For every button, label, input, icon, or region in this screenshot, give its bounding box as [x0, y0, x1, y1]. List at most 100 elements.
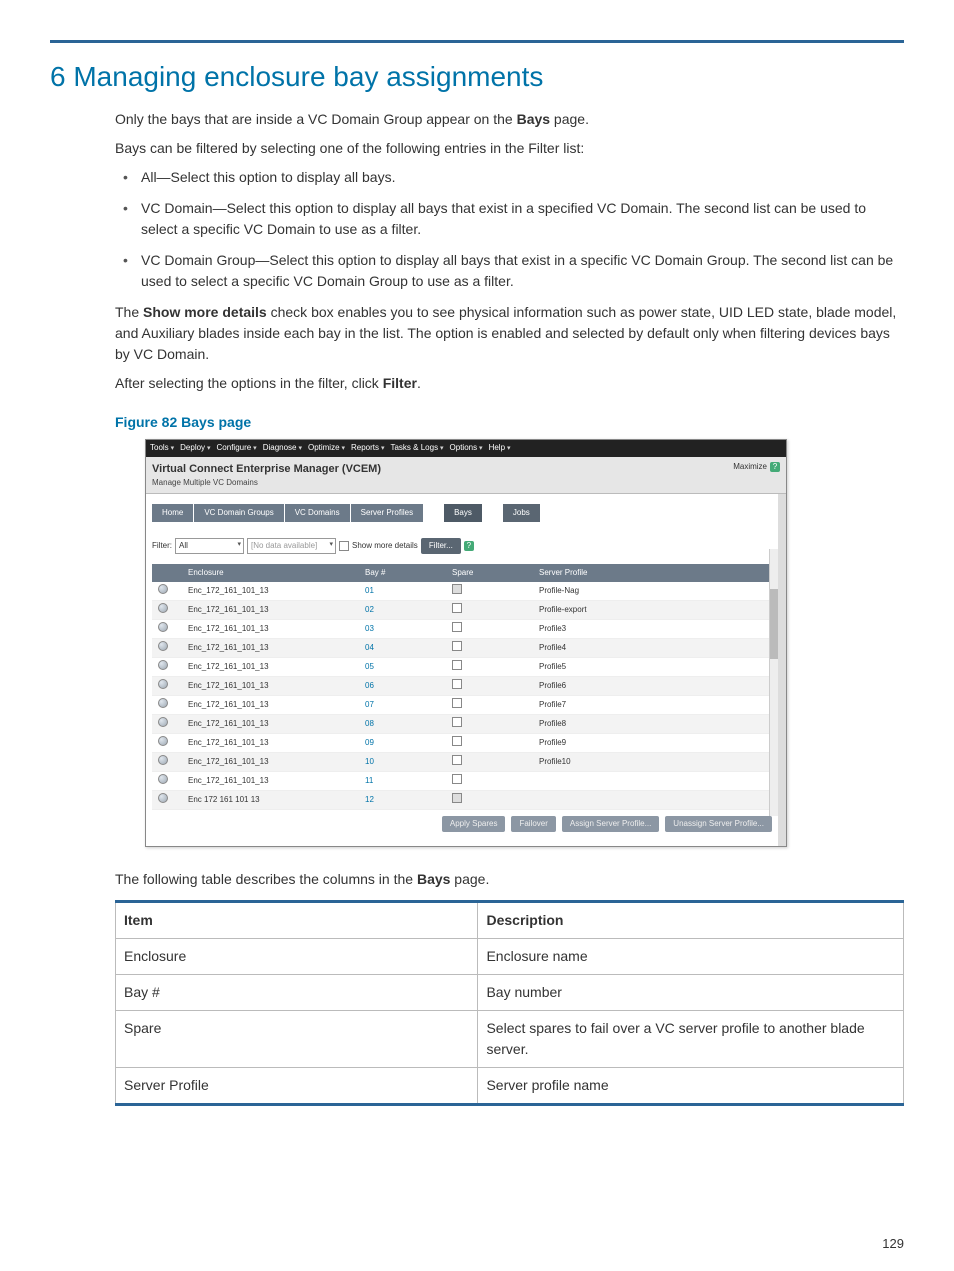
spare-checkbox[interactable] [452, 774, 462, 784]
bay-link[interactable]: 03 [365, 624, 374, 633]
bay-link[interactable]: 05 [365, 662, 374, 671]
spare-checkbox[interactable] [452, 736, 462, 746]
table-row[interactable]: Enc_172_161_101_1303Profile3 [152, 620, 772, 639]
menu-item[interactable]: Deploy [180, 442, 210, 455]
cell-profile: Profile-Nag [533, 582, 772, 601]
spare-checkbox[interactable] [452, 717, 462, 727]
menu-item[interactable]: Configure [217, 442, 257, 455]
col-bay[interactable]: Bay # [359, 564, 446, 582]
status-icon [158, 698, 168, 708]
table-row[interactable]: Enc_172_161_101_1302Profile-export [152, 601, 772, 620]
status-icon [158, 755, 168, 765]
filter-secondary-dropdown[interactable]: [No data available] [247, 538, 336, 554]
bay-link[interactable]: 04 [365, 643, 374, 652]
bay-link[interactable]: 01 [365, 586, 374, 595]
maximize-link[interactable]: Maximize [733, 461, 767, 473]
bay-link[interactable]: 09 [365, 738, 374, 747]
cell-spare [446, 772, 533, 791]
status-icon [158, 679, 168, 689]
cell-profile: Profile6 [533, 677, 772, 696]
table-row: Spare Select spares to fail over a VC se… [116, 1011, 904, 1068]
ab1-bold: Show more details [143, 304, 267, 320]
cell-bay: 02 [359, 601, 446, 620]
bays-table: Enclosure Bay # Spare Server Profile Enc… [152, 564, 772, 810]
spare-checkbox[interactable] [452, 584, 462, 594]
bay-link[interactable]: 12 [365, 795, 374, 804]
tab-bays[interactable]: Bays [444, 504, 482, 522]
spare-checkbox[interactable] [452, 793, 462, 803]
cell-enclosure: Enc_172_161_101_13 [182, 734, 359, 753]
table-row[interactable]: Enc_172_161_101_1311 [152, 772, 772, 791]
col-status [152, 564, 182, 582]
bullet-all: All—Select this option to display all ba… [115, 167, 904, 188]
table-row: Bay # Bay number [116, 975, 904, 1011]
spare-checkbox[interactable] [452, 622, 462, 632]
tab-jobs[interactable]: Jobs [503, 504, 540, 522]
tab-vcdomains[interactable]: VC Domains [285, 504, 350, 522]
show-more-checkbox[interactable] [339, 541, 349, 551]
menu-item[interactable]: Diagnose [263, 442, 302, 455]
table-row[interactable]: Enc 172 161 101 1312 [152, 791, 772, 810]
table-row[interactable]: Enc_172_161_101_1306Profile6 [152, 677, 772, 696]
spare-checkbox[interactable] [452, 755, 462, 765]
table-row[interactable]: Enc_172_161_101_1310Profile10 [152, 753, 772, 772]
menu-item[interactable]: Options [450, 442, 483, 455]
cell-profile: Profile10 [533, 753, 772, 772]
filter-row: Filter: All [No data available] Show mor… [152, 538, 772, 554]
col-spare[interactable]: Spare [446, 564, 533, 582]
spare-checkbox[interactable] [452, 603, 462, 613]
cell-spare [446, 715, 533, 734]
scrollbar[interactable] [769, 549, 778, 816]
menu-item[interactable]: Optimize [308, 442, 345, 455]
cell-profile: Profile7 [533, 696, 772, 715]
help-icon[interactable]: ? [464, 541, 474, 551]
menu-item[interactable]: Help [489, 442, 511, 455]
table-row[interactable]: Enc_172_161_101_1304Profile4 [152, 639, 772, 658]
cell-profile: Profile9 [533, 734, 772, 753]
spare-checkbox[interactable] [452, 698, 462, 708]
assign-profile-button[interactable]: Assign Server Profile... [562, 816, 659, 832]
filter-button[interactable]: Filter... [421, 538, 461, 554]
apply-spares-button[interactable]: Apply Spares [442, 816, 506, 832]
bay-link[interactable]: 11 [365, 776, 373, 785]
menu-item[interactable]: Tasks & Logs [390, 442, 443, 455]
cell-enclosure: Enc_172_161_101_13 [182, 620, 359, 639]
bay-link[interactable]: 07 [365, 700, 374, 709]
filter-dropdown[interactable]: All [175, 538, 244, 554]
col-enclosure[interactable]: Enclosure [182, 564, 359, 582]
menu-item[interactable]: Tools [150, 442, 174, 455]
table-row[interactable]: Enc_172_161_101_1305Profile5 [152, 658, 772, 677]
page-heading: 6 Managing enclosure bay assignments [50, 61, 904, 93]
spare-checkbox[interactable] [452, 679, 462, 689]
cell-profile: Profile5 [533, 658, 772, 677]
nav-tabs: Home VC Domain Groups VC Domains Server … [152, 504, 772, 522]
tab-vcdomaingroups[interactable]: VC Domain Groups [194, 504, 283, 522]
table-row[interactable]: Enc_172_161_101_1301Profile-Nag [152, 582, 772, 601]
table-row[interactable]: Enc_172_161_101_1308Profile8 [152, 715, 772, 734]
bay-link[interactable]: 08 [365, 719, 374, 728]
spare-checkbox[interactable] [452, 641, 462, 651]
spare-checkbox[interactable] [452, 660, 462, 670]
table-row[interactable]: Enc_172_161_101_1307Profile7 [152, 696, 772, 715]
failover-button[interactable]: Failover [511, 816, 555, 832]
intro-p1-b: page. [550, 111, 589, 127]
figure-caption: Figure 82 Bays page [115, 412, 904, 433]
cell-bay: 04 [359, 639, 446, 658]
cell-profile: Profile-export [533, 601, 772, 620]
table-row[interactable]: Enc_172_161_101_13 09 Profile9 [152, 734, 772, 753]
filter-label: Filter: [152, 540, 172, 552]
desc-item: Server Profile [116, 1068, 478, 1105]
tab-home[interactable]: Home [152, 504, 193, 522]
help-icon[interactable]: ? [770, 462, 780, 472]
show-more-label: Show more details [352, 540, 418, 552]
cell-profile: Profile8 [533, 715, 772, 734]
cell-bay: 03 [359, 620, 446, 639]
tab-serverprofiles[interactable]: Server Profiles [351, 504, 423, 522]
bay-link[interactable]: 10 [365, 757, 374, 766]
unassign-profile-button[interactable]: Unassign Server Profile... [665, 816, 772, 832]
bay-link[interactable]: 06 [365, 681, 374, 690]
col-serverprofile[interactable]: Server Profile [533, 564, 772, 582]
menu-item[interactable]: Reports [351, 442, 384, 455]
bay-link[interactable]: 02 [365, 605, 374, 614]
desc-text: Select spares to fail over a VC server p… [478, 1011, 904, 1068]
